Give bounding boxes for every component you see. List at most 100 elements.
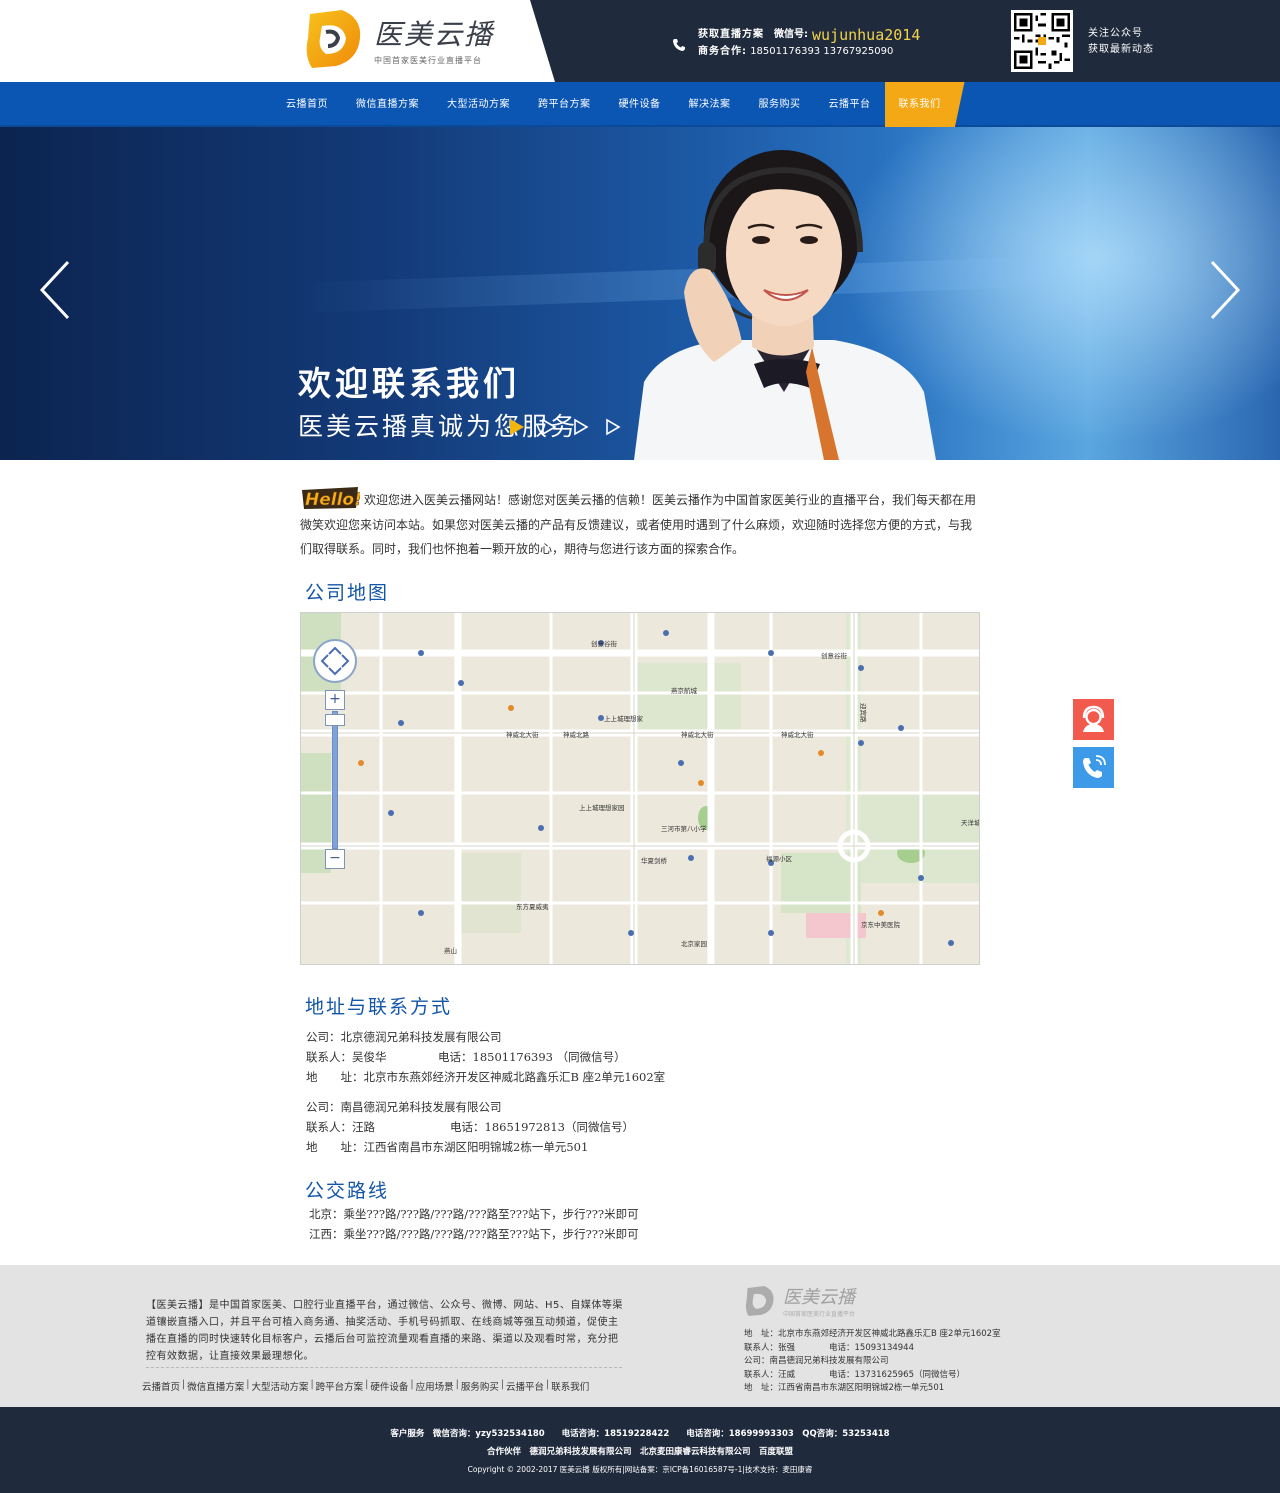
header-bar: 医美云播 中国首家医美行业直播平台 获取直播方案 微信号: wujunhua20…: [0, 0, 1280, 82]
contact-person-beijing: 联系人：吴俊华: [306, 1050, 387, 1064]
footer-contact-line-4: 联系人：汪威 电话：13731625965（同微信号）: [744, 1369, 965, 1380]
logo-name: 医美云播: [374, 17, 495, 51]
map-label-dong: 东方夏威夷: [516, 902, 549, 911]
map-label-shenwei-4: 神威北大街: [781, 730, 814, 739]
follow-text: 关注公众号 获取最新动态: [1088, 26, 1154, 58]
logo-tagline: 中国首家医美行业直播平台: [374, 55, 482, 65]
company-jiangxi: 公司：南昌德润兄弟科技发展有限公司: [306, 1100, 502, 1114]
map-zoom-out-button[interactable]: −: [325, 849, 345, 869]
map-label-beijingjia: 北京家园: [681, 939, 707, 948]
contact-block-beijing: 公司：北京德润兄弟科技发展有限公司 联系人：吴俊华 电话：18501176393 …: [306, 1027, 665, 1087]
map-label-yingbin: 迎宾路: [859, 703, 868, 723]
contact-phone-jiangxi: 电话：18651972813（同微信号）: [450, 1120, 634, 1134]
footer-link-scenarios[interactable]: 应用场景: [416, 1379, 454, 1393]
follow-line-1: 关注公众号: [1088, 28, 1143, 39]
nav-item-hardware[interactable]: 硬件设备: [605, 82, 675, 127]
footer: 【医美云播】是中国首家医美、口腔行业直播平台，通过微信、公众号、微博、网站、H5…: [0, 1265, 1280, 1407]
footer-link-events[interactable]: 大型活动方案: [251, 1379, 308, 1393]
footer-logo: 医美云播 中国首家医美行业直播平台: [743, 1283, 855, 1318]
map-section-title: 公司地图: [305, 582, 390, 604]
get-plan-label: 获取直播方案: [698, 29, 764, 40]
company-map[interactable]: 燕京航城 神威北大街 神威北路 神威北大街 神威北大街 天洋城 创意谷街 创意谷…: [300, 612, 980, 965]
header-contact: 获取直播方案 微信号: wujunhua2014 商务合作: 185011763…: [672, 24, 920, 58]
phone-call-icon[interactable]: [1073, 747, 1114, 788]
copyright: Copyright © 2002-2017 医美云播 版权所有|网站备案：京IC…: [467, 1465, 813, 1474]
nav-item-platform[interactable]: 云播平台: [815, 82, 885, 127]
wechat-id: wujunhua2014: [812, 26, 921, 44]
bus-section-title: 公交路线: [305, 1180, 390, 1202]
map-label-fuyuan: 福源小区: [766, 854, 793, 863]
footer-contact-line-2: 联系人：张强 电话：15093134944: [744, 1342, 914, 1353]
slide-dot-3[interactable]: [572, 417, 590, 437]
slide-dot-1[interactable]: [508, 417, 526, 437]
contact-block-jiangxi: 公司：南昌德润兄弟科技发展有限公司 联系人：汪路 电话：18651972813（同…: [306, 1097, 634, 1157]
address-jiangxi: 地 址：江西省南昌市东湖区阳明锦城2栋一单元501: [306, 1140, 589, 1154]
contact-person-jiangxi: 联系人：汪路: [306, 1120, 375, 1134]
svg-text:Hello!: Hello!: [305, 490, 360, 510]
footer-contact: 地 址：北京市东燕郊经济开发区神威北路鑫乐汇B 座2单元1602室 联系人：张强…: [744, 1328, 1001, 1396]
hello-badge-icon: Hello!: [300, 486, 362, 510]
bottom-service-line: 客户服务 微信咨询：yzy532534180 电话咨询：18519228422 …: [390, 1429, 890, 1439]
map-label-shenwei-2: 神威北路: [563, 730, 590, 739]
bus-route-jiangxi: 江西：乘坐???路/???路/???路/???路至???站下，步行???米即可: [309, 1227, 639, 1241]
map-label-tianyang: 天洋城: [961, 818, 980, 827]
map-label-shanhe: 三河市第八小学: [661, 824, 707, 833]
main-nav: 云播首页 微信直播方案 大型活动方案 跨平台方案 硬件设备 解决法案 服务购买 …: [0, 82, 1280, 127]
map-label-chuangye-2: 创意谷街: [821, 651, 848, 660]
bus-routes: 北京：乘坐???路/???路/???路/???路至???站下，步行???米即可 …: [309, 1204, 639, 1244]
map-label-chuangye-1: 创意谷街: [591, 639, 618, 648]
map-label-shangshang-1: 上上城理想家: [604, 714, 644, 723]
nav-item-solutions[interactable]: 解决法案: [675, 82, 745, 127]
banner-title: 欢迎联系我们: [298, 364, 520, 403]
logo-mark-icon: [302, 8, 366, 70]
footer-link-purchase[interactable]: 服务购买: [461, 1379, 499, 1393]
slide-dot-2[interactable]: [540, 417, 558, 437]
map-zoom-handle[interactable]: [325, 714, 345, 726]
footer-contact-line-3: 公司：南昌德润兄弟科技发展有限公司: [744, 1356, 889, 1366]
wechat-label: 微信号:: [774, 29, 808, 40]
nav-item-home[interactable]: 云播首页: [272, 82, 342, 127]
footer-links: 云播首页 | 微信直播方案 | 大型活动方案 | 跨平台方案 | 硬件设备 | 应用场景 |…: [142, 1379, 590, 1393]
banner-next-arrow-icon[interactable]: [1208, 258, 1242, 322]
footer-link-platform[interactable]: 云播平台: [506, 1379, 544, 1393]
intro-paragraph: Hello! 欢迎您进入医美云播网站！感谢您对医美云播的信赖！医美云播作为中国首…: [300, 486, 980, 562]
footer-logo-mark-icon: [745, 1285, 774, 1316]
map-zoom-in-button[interactable]: +: [325, 690, 345, 710]
bottom-partners-line: 合作伙伴 德润兄弟科技发展有限公司 北京麦田康睿云科技有限公司 百度联盟: [486, 1447, 793, 1457]
map-canvas: 燕京航城 神威北大街 神威北路 神威北大街 神威北大街 天洋城 创意谷街 创意谷…: [301, 613, 980, 964]
map-pan-control-icon[interactable]: [313, 639, 357, 683]
company-beijing: 公司：北京德润兄弟科技发展有限公司: [306, 1030, 502, 1044]
nav-item-cross-platform[interactable]: 跨平台方案: [524, 82, 605, 127]
map-zoom-slider[interactable]: [332, 711, 338, 849]
footer-link-cross-platform[interactable]: 跨平台方案: [316, 1379, 364, 1393]
customer-service-icon[interactable]: [1073, 699, 1114, 740]
nav-item-purchase[interactable]: 服务购买: [745, 82, 815, 127]
footer-link-wechat-live[interactable]: 微信直播方案: [187, 1379, 244, 1393]
footer-contact-line-5: 地 址：江西省南昌市东湖区阳明锦城2栋一单元501: [744, 1383, 945, 1393]
address-section-title: 地址与联系方式: [305, 996, 453, 1018]
map-label-yanshan: 燕山: [444, 946, 457, 955]
qr-code-icon: [1011, 10, 1073, 72]
map-label-yanjing: 燕京航城: [671, 686, 698, 695]
map-label-huade: 华夏剑桥: [641, 856, 668, 865]
banner-slide-indicators: [508, 417, 622, 437]
map-label-shenwei-1: 神威北大街: [506, 730, 539, 739]
nav-item-wechat-live[interactable]: 微信直播方案: [342, 82, 433, 127]
follow-line-2: 获取最新动态: [1088, 44, 1154, 55]
footer-link-contact[interactable]: 联系我们: [551, 1379, 589, 1393]
footer-logo-name: 医美云播: [783, 1287, 855, 1308]
map-label-shangshang-2: 上上城理想家园: [579, 803, 625, 812]
biz-label: 商务合作:: [698, 46, 747, 57]
footer-contact-line-1: 地 址：北京市东燕郊经济开发区神威北路鑫乐汇B 座2单元1602室: [744, 1329, 1001, 1339]
banner-prev-arrow-icon[interactable]: [38, 258, 72, 322]
footer-logo-tagline: 中国首家医美行业直播平台: [783, 1311, 856, 1318]
site-logo[interactable]: 医美云播 中国首家医美行业直播平台: [302, 8, 494, 70]
nav-item-events[interactable]: 大型活动方案: [433, 82, 524, 127]
footer-link-home[interactable]: 云播首页: [142, 1379, 180, 1393]
slide-dot-4[interactable]: [604, 417, 622, 437]
footer-link-hardware[interactable]: 硬件设备: [370, 1379, 408, 1393]
hero-banner: 欢迎联系我们 医美云播真诚为您服务: [0, 127, 1280, 460]
biz-phones: 18501176393 13767925090: [750, 46, 894, 57]
nav-item-contact[interactable]: 联系我们: [884, 82, 965, 127]
customer-service-agent-image: [624, 142, 936, 460]
